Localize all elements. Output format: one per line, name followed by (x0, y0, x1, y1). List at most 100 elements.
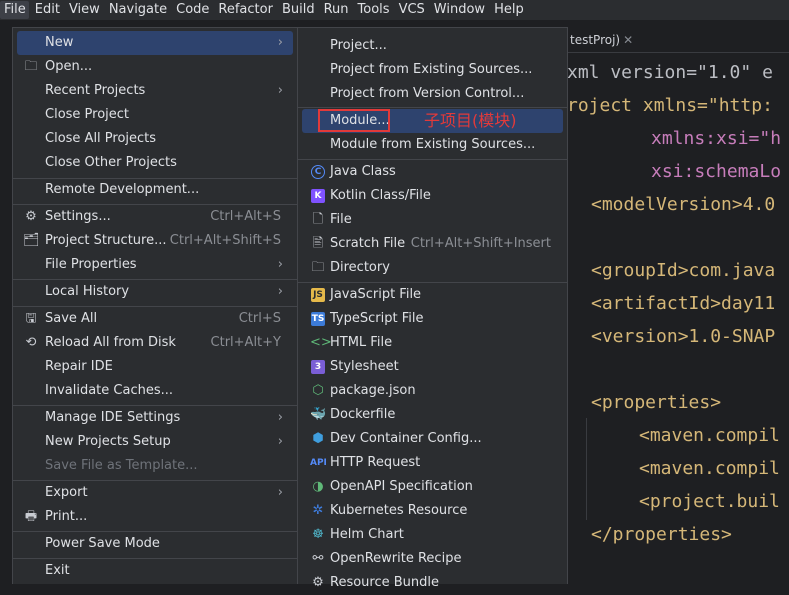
chevron-right-icon: › (277, 83, 283, 98)
menu-item-close-other-projects[interactable]: Close Other Projects (17, 151, 293, 175)
menu-item-close-all-projects[interactable]: Close All Projects (17, 127, 293, 151)
menu-edit[interactable]: Edit (31, 1, 63, 19)
code-line: xmlns:xsi="h (651, 128, 782, 149)
chevron-right-icon: › (277, 410, 283, 425)
menu-item-new-projects-setup[interactable]: New Projects Setup › (17, 430, 293, 454)
editor-tab[interactable]: testProj) ✕ (570, 33, 633, 47)
code-line: <project.buil (639, 491, 780, 512)
kubernetes-icon: ✲ (312, 503, 324, 518)
menu-item-scratch-file[interactable]: 🖹 Scratch File Ctrl+Alt+Shift+Insert (302, 232, 563, 256)
menu-item-exit[interactable]: Exit (17, 559, 293, 583)
scratch-file-icon: 🖹 (312, 236, 324, 251)
code-line: </properties> (591, 524, 732, 545)
menu-help[interactable]: Help (490, 1, 527, 19)
indent-guide (586, 418, 587, 520)
menu-file[interactable]: File (0, 1, 29, 19)
menu-item-resource-bundle[interactable]: ⚙ Resource Bundle (302, 571, 563, 595)
file-icon: 🗋 (312, 212, 324, 227)
menu-item-new[interactable]: New › (17, 31, 293, 55)
menu-item-directory[interactable]: 🗀 Directory (302, 256, 563, 280)
folder-icon: 🗀 (311, 260, 325, 275)
menu-item-power-save-mode[interactable]: Power Save Mode (17, 532, 293, 556)
menu-item-html-file[interactable]: <> HTML File (302, 331, 563, 355)
menu-item-recent-projects[interactable]: Recent Projects › (17, 79, 293, 103)
menu-item-open[interactable]: 🗀 Open... (17, 55, 293, 79)
menu-item-remote-development[interactable]: Remote Development... (17, 178, 293, 202)
dev-container-icon: ⬢ (312, 431, 324, 446)
resource-bundle-icon: ⚙ (312, 575, 324, 590)
menu-refactor[interactable]: Refactor (214, 1, 276, 19)
openrewrite-icon: ⚯ (312, 551, 324, 566)
menu-item-manage-ide-settings[interactable]: Manage IDE Settings › (17, 406, 293, 430)
menu-item-dev-container[interactable]: ⬢ Dev Container Config... (302, 427, 563, 451)
menu-item-package-json[interactable]: ⬡ package.json (302, 379, 563, 403)
menu-item-openrewrite[interactable]: ⚯ OpenRewrite Recipe (302, 547, 563, 571)
menu-item-local-history[interactable]: Local History › (17, 280, 293, 304)
menu-item-file[interactable]: 🗋 File (302, 208, 563, 232)
menu-item-stylesheet[interactable]: 3 Stylesheet (302, 355, 563, 379)
menu-item-settings[interactable]: ⚙ Settings... Ctrl+Alt+S (17, 205, 293, 229)
typescript-icon: TS (311, 311, 325, 326)
chevron-right-icon: › (277, 284, 283, 299)
menu-item-project-structure[interactable]: 🗂 Project Structure... Ctrl+Alt+Shift+S (17, 229, 293, 253)
menu-item-project[interactable]: Project... (302, 34, 563, 58)
menu-window[interactable]: Window (430, 1, 488, 19)
editor-tab-label: testProj) (570, 33, 621, 47)
code-line: <maven.compil (639, 458, 780, 479)
api-icon: API (310, 458, 327, 468)
menu-item-javascript-file[interactable]: JS JavaScript File (302, 283, 563, 307)
menu-item-module-existing[interactable]: Module from Existing Sources... (302, 133, 563, 157)
menu-navigate[interactable]: Navigate (105, 1, 170, 19)
menu-code[interactable]: Code (172, 1, 212, 19)
code-line: <properties> (591, 392, 722, 413)
openapi-icon: ◑ (312, 479, 324, 494)
file-menu: New › 🗀 Open... Recent Projects › Close … (12, 27, 298, 584)
reload-icon: ⟲ (25, 335, 37, 350)
annotation-highlight-box (318, 109, 390, 132)
css-icon: 3 (310, 355, 326, 379)
menu-item-kubernetes[interactable]: ✲ Kubernetes Resource (302, 499, 563, 523)
folder-icon: 🗀 (24, 59, 38, 74)
menu-separator (298, 107, 567, 108)
menu-item-project-vcs[interactable]: Project from Version Control... (302, 82, 563, 106)
menu-tools[interactable]: Tools (354, 1, 393, 19)
annotation-label: 子项目(模块) (424, 111, 517, 130)
docker-icon: 🐳 (310, 407, 327, 422)
chevron-right-icon: › (277, 257, 283, 272)
menu-item-java-class[interactable]: C Java Class (302, 160, 563, 184)
helm-icon: ☸ (312, 527, 324, 542)
gear-icon: ⚙ (25, 209, 37, 224)
menubar: File Edit View Navigate Code Refactor Bu… (0, 0, 789, 20)
menu-item-reload-all[interactable]: ⟲ Reload All from Disk Ctrl+Alt+Y (17, 331, 293, 355)
menu-item-file-properties[interactable]: File Properties › (17, 253, 293, 277)
code-line: <maven.compil (639, 425, 780, 446)
menu-item-invalidate-caches[interactable]: Invalidate Caches... (17, 379, 293, 403)
menu-item-export[interactable]: Export › (17, 481, 293, 505)
kotlin-icon: K (310, 184, 326, 208)
menu-item-kotlin-class[interactable]: K Kotlin Class/File (302, 184, 563, 208)
menu-run[interactable]: Run (320, 1, 352, 19)
menu-item-typescript-file[interactable]: TS TypeScript File (302, 307, 563, 331)
close-icon[interactable]: ✕ (623, 33, 633, 47)
menu-item-openapi[interactable]: ◑ OpenAPI Specification (302, 475, 563, 499)
menu-item-close-project[interactable]: Close Project (17, 103, 293, 127)
menu-build[interactable]: Build (278, 1, 318, 19)
menu-item-save-as-template: Save File as Template... (45, 458, 198, 473)
printer-icon: 🖶 (24, 509, 38, 524)
editor-tab-bar: testProj) ✕ (560, 30, 789, 53)
menu-vcs[interactable]: VCS (395, 1, 428, 19)
java-class-icon: C (310, 160, 326, 184)
menu-item-repair-ide[interactable]: Repair IDE (17, 355, 293, 379)
code-line: <modelVersion>4.0 (591, 194, 776, 215)
menu-view[interactable]: View (65, 1, 103, 19)
menu-item-save-all[interactable]: 🖫 Save All Ctrl+S (17, 307, 293, 331)
code-line: xsi:schemaLo (651, 161, 782, 182)
menu-item-print[interactable]: 🖶 Print... (17, 505, 293, 529)
code-line: roject xmlns="http: (567, 95, 773, 116)
project-structure-icon: 🗂 (23, 233, 40, 248)
menu-item-dockerfile[interactable]: 🐳 Dockerfile (302, 403, 563, 427)
save-icon: 🖫 (25, 311, 37, 326)
menu-item-http-request[interactable]: API HTTP Request (302, 451, 563, 475)
menu-item-project-existing[interactable]: Project from Existing Sources... (302, 58, 563, 82)
menu-item-helm-chart[interactable]: ☸ Helm Chart (302, 523, 563, 547)
